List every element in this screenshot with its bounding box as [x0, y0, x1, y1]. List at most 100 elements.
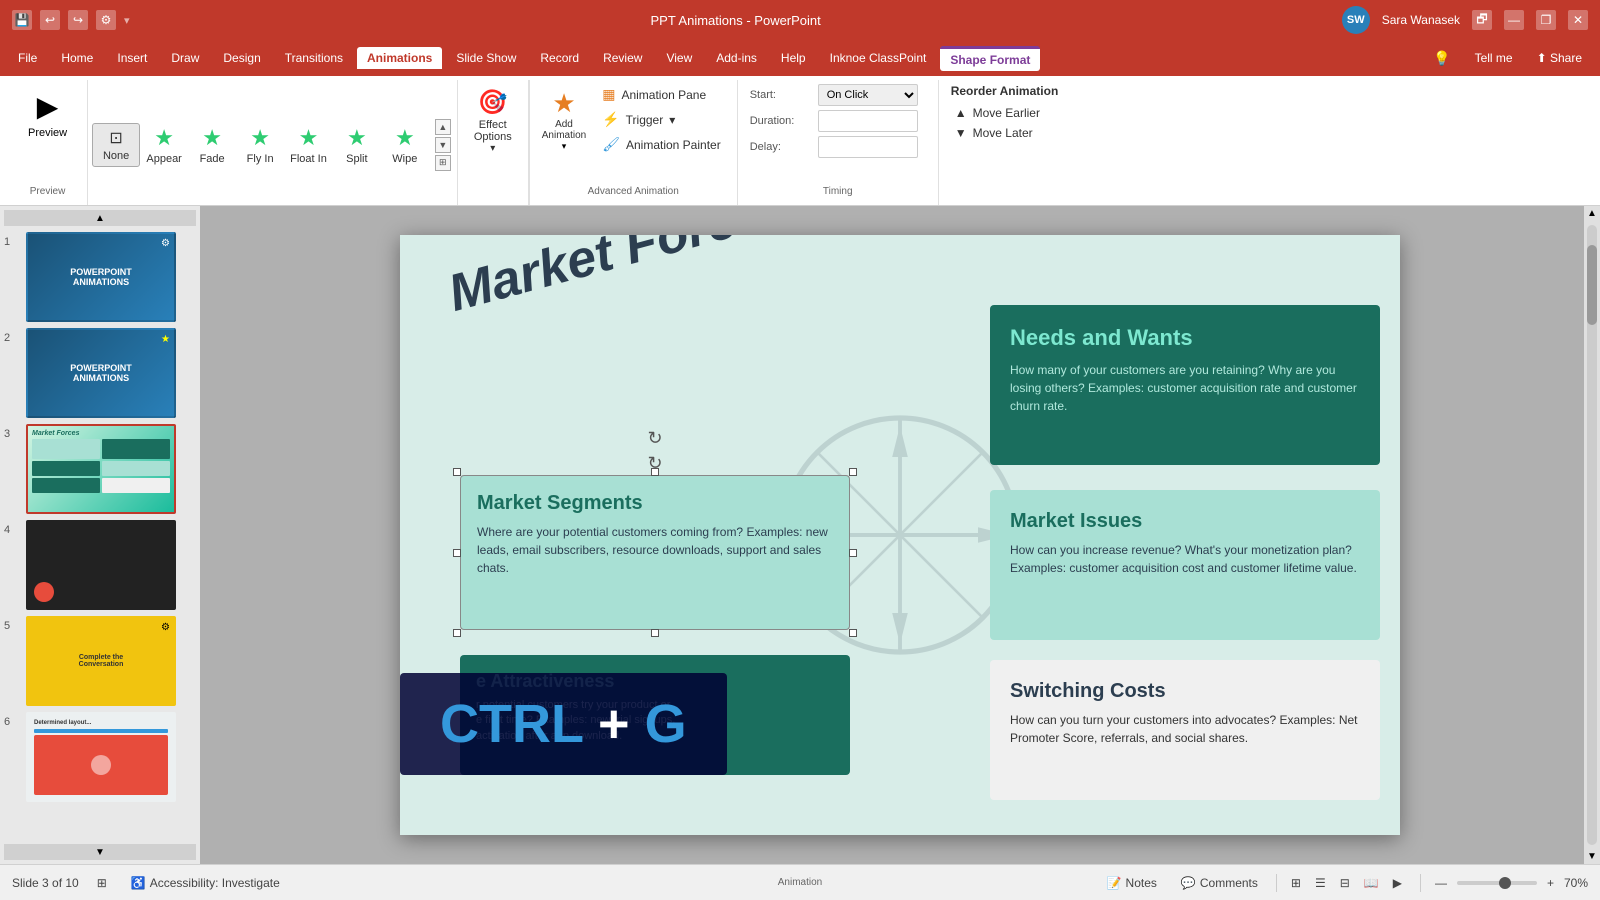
switching-box[interactable]: Switching Costs How can you turn your cu…	[990, 660, 1380, 800]
effect-options-button[interactable]: 🎯 EffectOptions ▾	[466, 84, 520, 158]
anim-scroll-up[interactable]: ▲	[435, 119, 451, 135]
menu-record[interactable]: Record	[530, 47, 589, 69]
animation-pane-button[interactable]: ▦ Animation Pane	[598, 84, 725, 105]
slide-thumb-1[interactable]: POWERPOINTANIMATIONS ⚙	[26, 232, 176, 322]
anim-scroll-down[interactable]: ▼	[435, 137, 451, 153]
title-bar-left: 💾 ↩ ↪ ⚙ ▾	[12, 10, 130, 30]
slide-item-3[interactable]: 3 Market Forces	[4, 424, 196, 514]
slide-thumb-5[interactable]: Complete theConversation ⚙	[26, 616, 176, 706]
timing-group: Start: On Click With Previous After Prev…	[738, 80, 938, 205]
scroll-down-arrow[interactable]: ▼	[1585, 849, 1599, 864]
anim-scroll-more[interactable]: ⊞	[435, 155, 451, 171]
slide-item-5[interactable]: 5 Complete theConversation ⚙	[4, 616, 196, 706]
menu-slideshow[interactable]: Slide Show	[446, 47, 526, 69]
minimize-icon[interactable]: —	[1504, 10, 1524, 30]
duration-row: Duration:	[750, 110, 926, 132]
user-avatar[interactable]: SW	[1342, 6, 1370, 34]
animation-wipe[interactable]: ★ Wipe	[381, 121, 429, 169]
trigger-button[interactable]: ⚡ Trigger ▾	[598, 109, 725, 130]
slide-panel-scroll-up[interactable]: ▲	[4, 210, 196, 226]
menu-draw[interactable]: Draw	[161, 47, 209, 69]
menu-insert[interactable]: Insert	[107, 47, 157, 69]
accessibility-btn[interactable]: ♿ Accessibility: Investigate	[125, 874, 286, 892]
animation-split[interactable]: ★ Split	[333, 121, 381, 169]
canvas-area[interactable]: Market Forces ↻ ↻	[200, 206, 1600, 864]
fade-icon: ★	[202, 125, 222, 151]
tell-me-label[interactable]: Tell me	[1465, 47, 1523, 69]
issues-box[interactable]: Market Issues How can you increase reven…	[990, 490, 1380, 640]
slide-item-2[interactable]: 2 POWERPOINTANIMATIONS ★	[4, 328, 196, 418]
share-btn[interactable]: ⬆ Share	[1527, 47, 1592, 69]
start-select[interactable]: On Click With Previous After Previous	[818, 84, 918, 106]
maximize-icon[interactable]: ❐	[1536, 10, 1556, 30]
vertical-scrollbar[interactable]: ▲ ▼	[1584, 206, 1600, 864]
duration-input[interactable]	[818, 110, 918, 132]
slide-panel-scroll-down[interactable]: ▼	[4, 844, 196, 860]
menu-design[interactable]: Design	[213, 47, 270, 69]
delay-label: Delay:	[750, 141, 810, 153]
menu-animations[interactable]: Animations	[357, 47, 442, 69]
comments-btn[interactable]: 💬 Comments	[1175, 874, 1264, 892]
menu-addins[interactable]: Add-ins	[706, 47, 767, 69]
slide-view-btn[interactable]: ⊞	[91, 874, 113, 892]
animation-painter-button[interactable]: 🖌 Animation Painter	[598, 134, 725, 155]
close-icon[interactable]: ✕	[1568, 10, 1588, 30]
move-earlier-label: Move Earlier	[973, 106, 1040, 120]
scroll-thumb[interactable]	[1587, 245, 1597, 325]
slide-thumb-6[interactable]: Determined layout...	[26, 712, 176, 802]
outline-view-btn[interactable]: ☰	[1309, 874, 1332, 892]
slide-item-4[interactable]: 4	[4, 520, 196, 610]
reading-view-btn[interactable]: 📖	[1358, 874, 1385, 892]
preview-button[interactable]: ▶ Preview	[20, 84, 75, 145]
reorder-group: Reorder Animation ▲ Move Earlier ▼ Move …	[938, 80, 1071, 205]
menu-view[interactable]: View	[656, 47, 702, 69]
animation-flyin[interactable]: ★ Fly In	[236, 121, 284, 169]
needs-box[interactable]: Needs and Wants How many of your custome…	[990, 305, 1380, 465]
issues-title: Market Issues	[1010, 510, 1360, 533]
view-mode-buttons: ⊞ ☰ ⊟ 📖 ▶	[1276, 874, 1408, 892]
animation-none[interactable]: ⊡ None	[92, 123, 140, 167]
menu-shape-format[interactable]: Shape Format	[940, 46, 1040, 71]
undo-icon[interactable]: ↩	[40, 10, 60, 30]
move-later-button[interactable]: ▼ Move Later	[951, 124, 1059, 142]
ribbon-collapse-icon[interactable]: 🗗	[1472, 10, 1492, 30]
zoom-out-btn[interactable]: —	[1429, 874, 1453, 892]
add-animation-button[interactable]: ★ Add Animation ▾	[542, 88, 586, 152]
wipe-label: Wipe	[392, 153, 417, 165]
menu-classpoint[interactable]: Inknoe ClassPoint	[820, 47, 937, 69]
move-earlier-button[interactable]: ▲ Move Earlier	[951, 104, 1059, 122]
slide-item-1[interactable]: 1 POWERPOINTANIMATIONS ⚙	[4, 232, 196, 322]
menu-file[interactable]: File	[8, 47, 47, 69]
lightbulb-icon[interactable]: 💡	[1423, 46, 1460, 71]
slide-thumb-4[interactable]	[26, 520, 176, 610]
menu-review[interactable]: Review	[593, 47, 652, 69]
slide-item-6[interactable]: 6 Determined layout...	[4, 712, 196, 802]
menu-home[interactable]: Home	[51, 47, 103, 69]
zoom-in-btn[interactable]: +	[1541, 874, 1560, 892]
scroll-track[interactable]	[1587, 225, 1597, 845]
needs-text: How many of your customers are you retai…	[1010, 361, 1360, 415]
animation-fade[interactable]: ★ Fade	[188, 121, 236, 169]
start-row: Start: On Click With Previous After Prev…	[750, 84, 926, 106]
reorder-group-label	[951, 197, 1059, 201]
notes-btn[interactable]: 📝 Notes	[1101, 874, 1163, 892]
slide-sorter-btn[interactable]: ⊟	[1334, 874, 1356, 892]
animation-floatin[interactable]: ★ Float In	[284, 121, 333, 169]
save-icon[interactable]: 💾	[12, 10, 32, 30]
menu-help[interactable]: Help	[771, 47, 816, 69]
delay-input[interactable]	[818, 136, 918, 158]
zoom-slider[interactable]	[1457, 881, 1537, 885]
redo-icon[interactable]: ↪	[68, 10, 88, 30]
floatin-label: Float In	[290, 153, 327, 165]
slide-thumb-2[interactable]: POWERPOINTANIMATIONS ★	[26, 328, 176, 418]
normal-view-btn[interactable]: ⊞	[1285, 874, 1307, 892]
animation-appear[interactable]: ★ Appear	[140, 121, 188, 169]
segment-box[interactable]: ↻ ↻ Market Segments Where are your poten…	[460, 475, 850, 630]
scroll-up-arrow[interactable]: ▲	[1585, 206, 1599, 221]
menu-transitions[interactable]: Transitions	[275, 47, 353, 69]
rotation-icons: ↻ ↻	[647, 428, 662, 474]
zoom-controls: — + 70%	[1420, 874, 1588, 892]
presenter-view-btn[interactable]: ▶	[1387, 874, 1408, 892]
slide-thumb-3[interactable]: Market Forces	[26, 424, 176, 514]
customize-icon[interactable]: ⚙	[96, 10, 116, 30]
